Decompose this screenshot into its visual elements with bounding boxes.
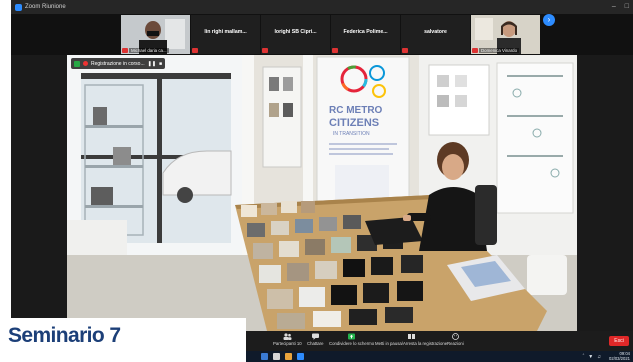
system-tray: ˆ ▼ ♫ xyxy=(583,354,601,360)
stop-icon[interactable]: ■ xyxy=(159,61,162,67)
pause-recording-button[interactable]: Metti in pausa/Arresta la registrazione xyxy=(375,333,447,346)
mic-muted-icon xyxy=(472,48,478,53)
pause-icon[interactable]: ❚❚ xyxy=(148,61,156,67)
participant-tile[interactable]: Michael daria ca... xyxy=(121,15,190,54)
zoom-app-icon[interactable] xyxy=(297,353,304,360)
leave-meeting-button[interactable]: Esci xyxy=(609,336,629,346)
maximize-icon[interactable]: □ xyxy=(625,3,629,10)
chat-button[interactable]: Chattare xyxy=(307,333,323,346)
zoom-window: Zoom Riunione – □ Michael daria ca... li… xyxy=(11,0,633,362)
participant-name: salvatore xyxy=(424,29,447,35)
volume-icon[interactable]: ♫ xyxy=(597,354,601,360)
banner-line-2: CITIZENS xyxy=(329,117,379,129)
clock[interactable]: 09:04 02/03/2021 xyxy=(609,351,630,361)
pause-recording-label: Metti in pausa/Arresta la registrazione xyxy=(375,341,448,346)
seminar-title: Seminario 7 xyxy=(8,324,121,347)
participants-icon xyxy=(283,333,292,340)
share-screen-button[interactable]: Condividere lo schermo xyxy=(329,333,374,346)
main-video: RC METRO CITIZENS IN TRANSITION Registra… xyxy=(67,55,577,331)
search-icon[interactable] xyxy=(273,353,280,360)
participant-tile[interactable]: salvatore xyxy=(401,15,470,54)
record-dot-icon xyxy=(83,61,88,66)
banner-line-1: RC METRO xyxy=(329,105,383,116)
participant-name: Federica Polime... xyxy=(343,29,388,35)
title-bar: Zoom Riunione – □ xyxy=(11,0,633,14)
mic-muted-icon xyxy=(122,48,128,53)
chat-label: Chattare xyxy=(307,341,324,346)
participant-name: Michael daria ca... xyxy=(129,48,169,53)
participant-tile[interactable]: lorighi SB Cipri... xyxy=(261,15,330,54)
window-title: Zoom Riunione xyxy=(25,4,66,10)
participants-count: 10 xyxy=(296,341,302,346)
mic-muted-icon xyxy=(332,48,338,53)
windows-start-icon[interactable] xyxy=(261,353,268,360)
participant-strip: Michael daria ca... lin righi mallam... … xyxy=(11,14,633,55)
minimize-icon[interactable]: – xyxy=(612,3,616,10)
reactions-icon xyxy=(451,333,459,340)
showroom-scene: RC METRO CITIZENS IN TRANSITION xyxy=(67,55,577,331)
participant-tile[interactable]: Domenica Vinardo xyxy=(471,15,540,54)
chat-icon xyxy=(311,333,319,340)
clock-date: 02/03/2021 xyxy=(609,355,630,361)
participants-label: Partecipanti xyxy=(273,341,296,346)
pause-recording-icon xyxy=(407,334,415,339)
mic-muted-icon xyxy=(262,48,268,53)
participant-name: lorighi SB Cipri... xyxy=(274,29,317,35)
next-participants-button[interactable]: › xyxy=(543,14,555,26)
network-icon[interactable]: ▼ xyxy=(588,354,593,360)
recording-label: Registrazione in corso... xyxy=(91,60,145,67)
participant-tile[interactable]: lin righi mallam... xyxy=(191,15,260,54)
share-screen-label: Condividere lo schermo xyxy=(329,341,375,346)
explorer-icon[interactable] xyxy=(285,353,292,360)
mic-muted-icon xyxy=(402,48,408,53)
seminar-caption: Seminario 7 xyxy=(0,318,246,362)
reactions-button[interactable]: Reazioni xyxy=(447,333,464,346)
participant-name: lin righi mallam... xyxy=(204,29,247,35)
share-screen-icon xyxy=(348,333,356,340)
participants-button[interactable]: Partecipanti 10 xyxy=(273,333,302,346)
mic-muted-icon xyxy=(192,48,198,53)
participant-tile[interactable]: Federica Polime... xyxy=(331,15,400,54)
reactions-label: Reazioni xyxy=(447,341,464,346)
zoom-logo-icon xyxy=(15,3,22,11)
participant-name: Domenica Vinardo xyxy=(479,48,520,53)
chevron-up-icon[interactable]: ˆ xyxy=(583,354,585,360)
recording-indicator: Registrazione in corso... ❚❚ ■ xyxy=(71,58,166,69)
banner-line-3: IN TRANSITION xyxy=(333,131,370,137)
shield-icon xyxy=(74,60,80,67)
